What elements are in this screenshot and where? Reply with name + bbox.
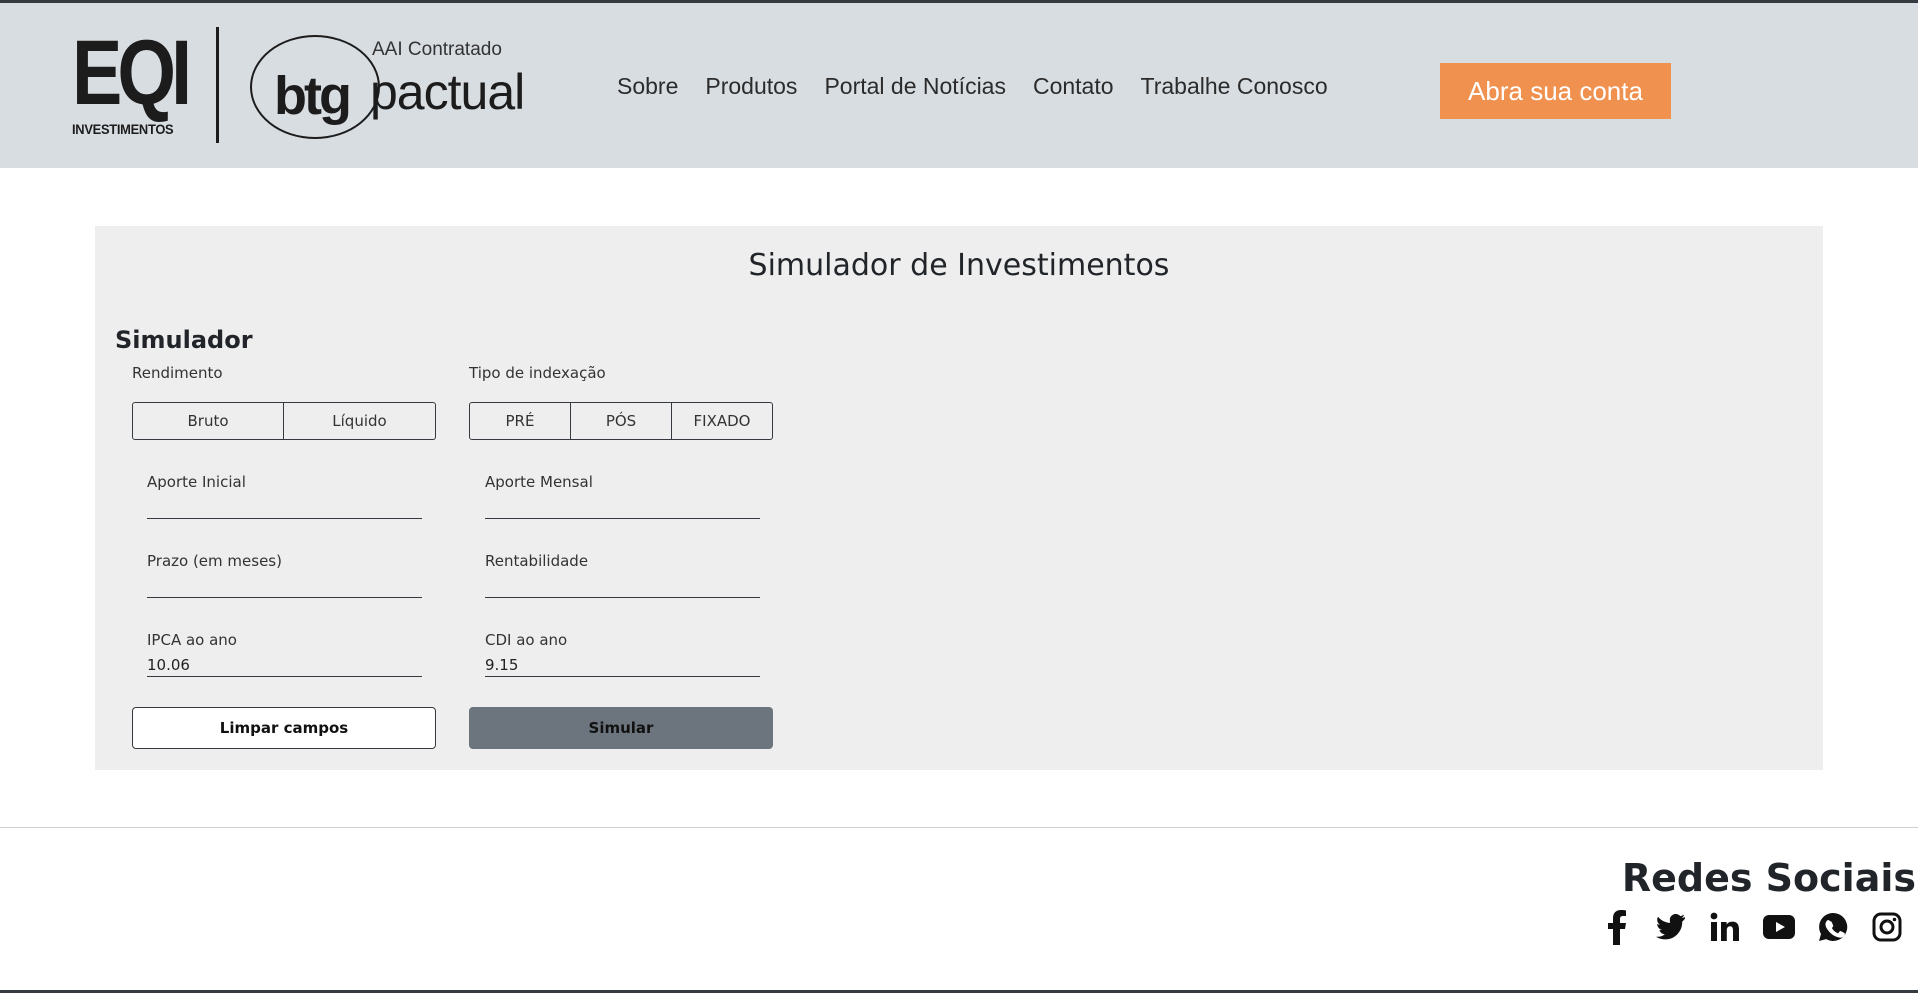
page-title: Simulador de Investimentos bbox=[748, 248, 1170, 283]
section-title: Simulador bbox=[115, 326, 253, 354]
eqi-logo[interactable]: EQI INVESTIMENTOS bbox=[72, 22, 212, 137]
main-nav: Sobre Produtos Portal de Notícias Contat… bbox=[617, 73, 1328, 100]
indexacao-pre-button[interactable]: PRÉ bbox=[469, 402, 571, 440]
nav-contato[interactable]: Contato bbox=[1033, 73, 1114, 100]
linkedin-icon[interactable] bbox=[1708, 910, 1742, 944]
rendimento-liquido-button[interactable]: Líquido bbox=[284, 402, 436, 440]
aporte-mensal-input[interactable] bbox=[485, 495, 760, 519]
whatsapp-icon[interactable] bbox=[1816, 910, 1850, 944]
site-header: EQI INVESTIMENTOS AAI Contratado btg pac… bbox=[0, 0, 1918, 168]
rentabilidade-label: Rentabilidade bbox=[485, 552, 589, 570]
btg-pactual-logo[interactable]: AAI Contratado btg pactual bbox=[248, 33, 525, 143]
btg-logo-pactual-text: pactual bbox=[370, 64, 525, 120]
ipca-field: IPCA ao ano bbox=[147, 631, 422, 677]
simulator-card: Simulador de Investimentos Simulador Ren… bbox=[95, 226, 1823, 770]
indexacao-pos-button[interactable]: PÓS bbox=[571, 402, 672, 440]
ipca-input[interactable] bbox=[147, 653, 422, 677]
rentabilidade-field: Rentabilidade bbox=[485, 552, 760, 598]
rentabilidade-input[interactable] bbox=[485, 574, 760, 598]
aporte-inicial-input[interactable] bbox=[147, 495, 422, 519]
ipca-label: IPCA ao ano bbox=[147, 631, 237, 649]
aporte-inicial-field: Aporte Inicial bbox=[147, 473, 422, 519]
social-title: Redes Sociais bbox=[1621, 856, 1916, 900]
simulate-button[interactable]: Simular bbox=[469, 707, 773, 749]
prazo-field: Prazo (em meses) bbox=[147, 552, 422, 598]
aporte-inicial-label: Aporte Inicial bbox=[147, 473, 246, 491]
nav-trabalhe-conosco[interactable]: Trabalhe Conosco bbox=[1141, 73, 1328, 100]
social-icons bbox=[1600, 910, 1904, 945]
clear-fields-button[interactable]: Limpar campos bbox=[132, 707, 436, 749]
indexacao-fixado-button[interactable]: FIXADO bbox=[672, 402, 773, 440]
cdi-input[interactable] bbox=[485, 653, 760, 677]
facebook-icon[interactable] bbox=[1600, 910, 1634, 945]
rendimento-bruto-button[interactable]: Bruto bbox=[132, 402, 284, 440]
nav-sobre[interactable]: Sobre bbox=[617, 73, 678, 100]
instagram-icon[interactable] bbox=[1870, 910, 1904, 944]
cdi-field: CDI ao ano bbox=[485, 631, 760, 677]
indexacao-label: Tipo de indexação bbox=[469, 364, 606, 382]
eqi-logo-subtitle: INVESTIMENTOS bbox=[72, 121, 174, 137]
btg-logo-btg-text: btg bbox=[274, 66, 352, 126]
nav-portal-de-noticias[interactable]: Portal de Notícias bbox=[824, 73, 1006, 100]
youtube-icon[interactable] bbox=[1762, 910, 1796, 944]
indexacao-toggle: PRÉ PÓS FIXADO bbox=[469, 402, 773, 440]
prazo-input[interactable] bbox=[147, 574, 422, 598]
prazo-label: Prazo (em meses) bbox=[147, 552, 282, 570]
footer-divider bbox=[0, 827, 1918, 828]
btg-logo-contract-text: AAI Contratado bbox=[372, 39, 502, 60]
nav-produtos[interactable]: Produtos bbox=[705, 73, 797, 100]
eqi-logo-mark: EQI bbox=[72, 22, 192, 124]
rendimento-label: Rendimento bbox=[132, 364, 223, 382]
twitter-icon[interactable] bbox=[1654, 910, 1688, 944]
cdi-label: CDI ao ano bbox=[485, 631, 568, 649]
aporte-mensal-field: Aporte Mensal bbox=[485, 473, 760, 519]
open-account-button[interactable]: Abra sua conta bbox=[1440, 63, 1671, 119]
aporte-mensal-label: Aporte Mensal bbox=[485, 473, 593, 491]
rendimento-toggle: Bruto Líquido bbox=[132, 402, 436, 440]
logo-divider bbox=[216, 27, 219, 143]
